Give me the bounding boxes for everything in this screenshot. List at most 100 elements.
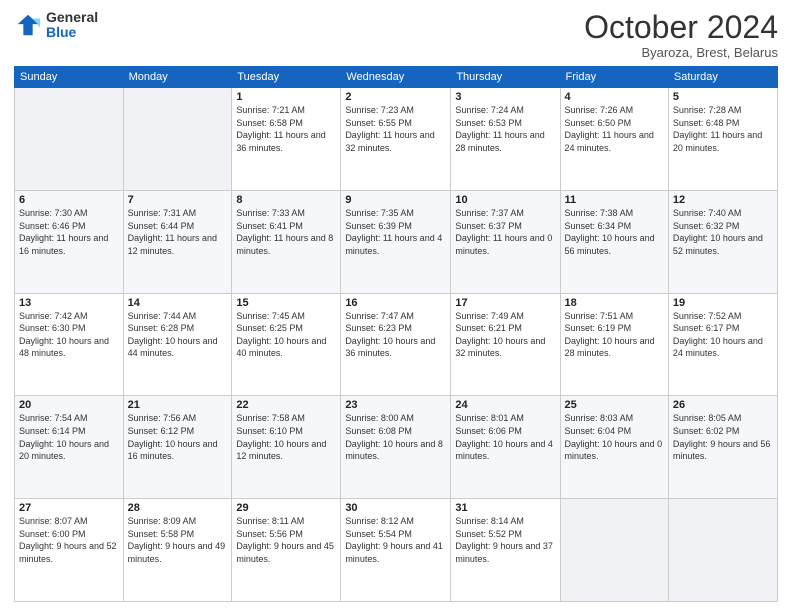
title-block: October 2024 Byaroza, Brest, Belarus bbox=[584, 10, 778, 60]
table-row: 1Sunrise: 7:21 AM Sunset: 6:58 PM Daylig… bbox=[232, 88, 341, 191]
table-row: 24Sunrise: 8:01 AM Sunset: 6:06 PM Dayli… bbox=[451, 396, 560, 499]
col-friday: Friday bbox=[560, 67, 668, 88]
table-row: 17Sunrise: 7:49 AM Sunset: 6:21 PM Dayli… bbox=[451, 293, 560, 396]
col-thursday: Thursday bbox=[451, 67, 560, 88]
col-tuesday: Tuesday bbox=[232, 67, 341, 88]
header: General Blue October 2024 Byaroza, Brest… bbox=[14, 10, 778, 60]
calendar-week-1: 1Sunrise: 7:21 AM Sunset: 6:58 PM Daylig… bbox=[15, 88, 778, 191]
day-info: Sunrise: 7:24 AM Sunset: 6:53 PM Dayligh… bbox=[455, 104, 555, 154]
day-info: Sunrise: 7:26 AM Sunset: 6:50 PM Dayligh… bbox=[565, 104, 664, 154]
table-row bbox=[668, 499, 777, 602]
day-number: 25 bbox=[565, 399, 664, 411]
day-info: Sunrise: 8:00 AM Sunset: 6:08 PM Dayligh… bbox=[345, 412, 446, 462]
table-row: 29Sunrise: 8:11 AM Sunset: 5:56 PM Dayli… bbox=[232, 499, 341, 602]
table-row: 25Sunrise: 8:03 AM Sunset: 6:04 PM Dayli… bbox=[560, 396, 668, 499]
location-subtitle: Byaroza, Brest, Belarus bbox=[584, 45, 778, 60]
table-row: 7Sunrise: 7:31 AM Sunset: 6:44 PM Daylig… bbox=[123, 190, 232, 293]
day-info: Sunrise: 7:51 AM Sunset: 6:19 PM Dayligh… bbox=[565, 310, 664, 360]
col-saturday: Saturday bbox=[668, 67, 777, 88]
table-row: 20Sunrise: 7:54 AM Sunset: 6:14 PM Dayli… bbox=[15, 396, 124, 499]
day-number: 22 bbox=[236, 399, 336, 411]
day-number: 15 bbox=[236, 297, 336, 309]
day-number: 7 bbox=[128, 194, 228, 206]
day-number: 29 bbox=[236, 502, 336, 514]
day-info: Sunrise: 7:40 AM Sunset: 6:32 PM Dayligh… bbox=[673, 207, 773, 257]
day-number: 2 bbox=[345, 91, 446, 103]
day-number: 24 bbox=[455, 399, 555, 411]
col-sunday: Sunday bbox=[15, 67, 124, 88]
calendar-table: Sunday Monday Tuesday Wednesday Thursday… bbox=[14, 66, 778, 602]
day-info: Sunrise: 7:37 AM Sunset: 6:37 PM Dayligh… bbox=[455, 207, 555, 257]
calendar-page: General Blue October 2024 Byaroza, Brest… bbox=[0, 0, 792, 612]
day-number: 4 bbox=[565, 91, 664, 103]
day-number: 20 bbox=[19, 399, 119, 411]
day-number: 6 bbox=[19, 194, 119, 206]
table-row: 10Sunrise: 7:37 AM Sunset: 6:37 PM Dayli… bbox=[451, 190, 560, 293]
table-row: 26Sunrise: 8:05 AM Sunset: 6:02 PM Dayli… bbox=[668, 396, 777, 499]
day-info: Sunrise: 7:35 AM Sunset: 6:39 PM Dayligh… bbox=[345, 207, 446, 257]
table-row: 2Sunrise: 7:23 AM Sunset: 6:55 PM Daylig… bbox=[341, 88, 451, 191]
day-info: Sunrise: 7:44 AM Sunset: 6:28 PM Dayligh… bbox=[128, 310, 228, 360]
day-info: Sunrise: 8:11 AM Sunset: 5:56 PM Dayligh… bbox=[236, 515, 336, 565]
table-row: 9Sunrise: 7:35 AM Sunset: 6:39 PM Daylig… bbox=[341, 190, 451, 293]
day-number: 11 bbox=[565, 194, 664, 206]
day-info: Sunrise: 8:03 AM Sunset: 6:04 PM Dayligh… bbox=[565, 412, 664, 462]
day-info: Sunrise: 7:23 AM Sunset: 6:55 PM Dayligh… bbox=[345, 104, 446, 154]
day-number: 18 bbox=[565, 297, 664, 309]
table-row bbox=[15, 88, 124, 191]
day-info: Sunrise: 7:38 AM Sunset: 6:34 PM Dayligh… bbox=[565, 207, 664, 257]
day-info: Sunrise: 8:07 AM Sunset: 6:00 PM Dayligh… bbox=[19, 515, 119, 565]
col-monday: Monday bbox=[123, 67, 232, 88]
day-number: 10 bbox=[455, 194, 555, 206]
day-info: Sunrise: 8:01 AM Sunset: 6:06 PM Dayligh… bbox=[455, 412, 555, 462]
day-number: 1 bbox=[236, 91, 336, 103]
calendar-header-row: Sunday Monday Tuesday Wednesday Thursday… bbox=[15, 67, 778, 88]
day-number: 3 bbox=[455, 91, 555, 103]
table-row: 19Sunrise: 7:52 AM Sunset: 6:17 PM Dayli… bbox=[668, 293, 777, 396]
table-row: 18Sunrise: 7:51 AM Sunset: 6:19 PM Dayli… bbox=[560, 293, 668, 396]
day-info: Sunrise: 7:56 AM Sunset: 6:12 PM Dayligh… bbox=[128, 412, 228, 462]
table-row: 27Sunrise: 8:07 AM Sunset: 6:00 PM Dayli… bbox=[15, 499, 124, 602]
day-number: 17 bbox=[455, 297, 555, 309]
table-row: 28Sunrise: 8:09 AM Sunset: 5:58 PM Dayli… bbox=[123, 499, 232, 602]
table-row: 12Sunrise: 7:40 AM Sunset: 6:32 PM Dayli… bbox=[668, 190, 777, 293]
day-number: 23 bbox=[345, 399, 446, 411]
table-row: 5Sunrise: 7:28 AM Sunset: 6:48 PM Daylig… bbox=[668, 88, 777, 191]
day-number: 5 bbox=[673, 91, 773, 103]
day-info: Sunrise: 7:45 AM Sunset: 6:25 PM Dayligh… bbox=[236, 310, 336, 360]
day-number: 13 bbox=[19, 297, 119, 309]
table-row bbox=[123, 88, 232, 191]
table-row: 6Sunrise: 7:30 AM Sunset: 6:46 PM Daylig… bbox=[15, 190, 124, 293]
day-number: 28 bbox=[128, 502, 228, 514]
logo: General Blue bbox=[14, 10, 98, 41]
calendar-week-3: 13Sunrise: 7:42 AM Sunset: 6:30 PM Dayli… bbox=[15, 293, 778, 396]
day-info: Sunrise: 7:28 AM Sunset: 6:48 PM Dayligh… bbox=[673, 104, 773, 154]
table-row: 21Sunrise: 7:56 AM Sunset: 6:12 PM Dayli… bbox=[123, 396, 232, 499]
table-row: 14Sunrise: 7:44 AM Sunset: 6:28 PM Dayli… bbox=[123, 293, 232, 396]
day-info: Sunrise: 7:49 AM Sunset: 6:21 PM Dayligh… bbox=[455, 310, 555, 360]
day-number: 26 bbox=[673, 399, 773, 411]
table-row: 30Sunrise: 8:12 AM Sunset: 5:54 PM Dayli… bbox=[341, 499, 451, 602]
calendar-week-5: 27Sunrise: 8:07 AM Sunset: 6:00 PM Dayli… bbox=[15, 499, 778, 602]
calendar-week-2: 6Sunrise: 7:30 AM Sunset: 6:46 PM Daylig… bbox=[15, 190, 778, 293]
col-wednesday: Wednesday bbox=[341, 67, 451, 88]
day-info: Sunrise: 7:58 AM Sunset: 6:10 PM Dayligh… bbox=[236, 412, 336, 462]
table-row: 13Sunrise: 7:42 AM Sunset: 6:30 PM Dayli… bbox=[15, 293, 124, 396]
table-row: 11Sunrise: 7:38 AM Sunset: 6:34 PM Dayli… bbox=[560, 190, 668, 293]
day-number: 14 bbox=[128, 297, 228, 309]
table-row: 8Sunrise: 7:33 AM Sunset: 6:41 PM Daylig… bbox=[232, 190, 341, 293]
day-info: Sunrise: 7:30 AM Sunset: 6:46 PM Dayligh… bbox=[19, 207, 119, 257]
day-number: 16 bbox=[345, 297, 446, 309]
day-info: Sunrise: 8:12 AM Sunset: 5:54 PM Dayligh… bbox=[345, 515, 446, 565]
table-row: 16Sunrise: 7:47 AM Sunset: 6:23 PM Dayli… bbox=[341, 293, 451, 396]
day-info: Sunrise: 7:42 AM Sunset: 6:30 PM Dayligh… bbox=[19, 310, 119, 360]
logo-icon bbox=[14, 11, 42, 39]
table-row bbox=[560, 499, 668, 602]
table-row: 23Sunrise: 8:00 AM Sunset: 6:08 PM Dayli… bbox=[341, 396, 451, 499]
day-info: Sunrise: 8:05 AM Sunset: 6:02 PM Dayligh… bbox=[673, 412, 773, 462]
table-row: 4Sunrise: 7:26 AM Sunset: 6:50 PM Daylig… bbox=[560, 88, 668, 191]
day-info: Sunrise: 7:33 AM Sunset: 6:41 PM Dayligh… bbox=[236, 207, 336, 257]
table-row: 31Sunrise: 8:14 AM Sunset: 5:52 PM Dayli… bbox=[451, 499, 560, 602]
table-row: 15Sunrise: 7:45 AM Sunset: 6:25 PM Dayli… bbox=[232, 293, 341, 396]
day-info: Sunrise: 7:52 AM Sunset: 6:17 PM Dayligh… bbox=[673, 310, 773, 360]
